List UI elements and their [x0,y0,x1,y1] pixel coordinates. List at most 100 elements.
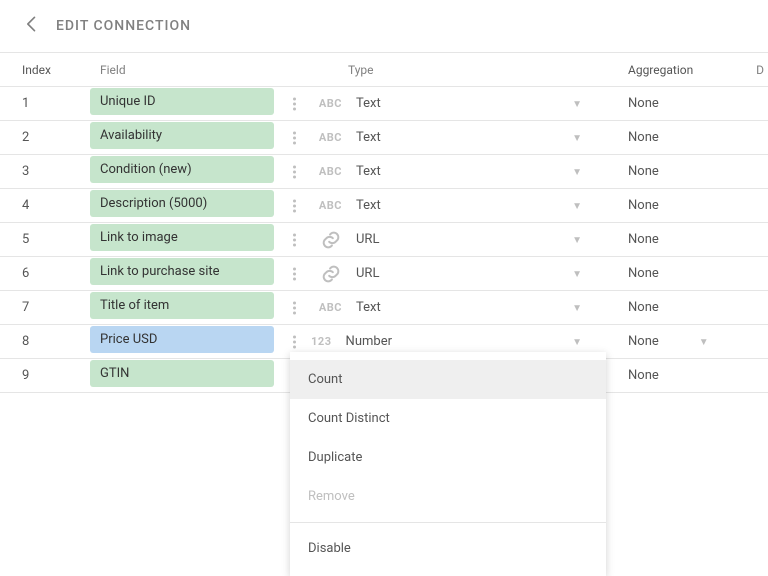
row-type[interactable]: 123 Number [302,334,392,349]
menu-item-count[interactable]: Count [290,360,606,399]
row-type[interactable]: ABC Text [302,198,392,213]
type-number-icon: 123 [302,335,332,348]
chevron-down-icon[interactable]: ▼ [572,201,592,212]
row-type[interactable]: ABC Text [302,300,392,315]
row-more-icon[interactable] [293,301,296,314]
field-chip[interactable]: Link to purchase site [90,258,274,285]
row-index: 5 [0,232,90,247]
row-field: Price USD [90,326,302,357]
row-type[interactable]: ABC Text [302,164,392,179]
row-type[interactable]: URL [302,229,392,251]
row-index: 9 [0,368,90,383]
row-context-menu[interactable]: CountCount DistinctDuplicateRemove Disabl… [290,352,606,576]
row-type[interactable]: URL [302,263,392,285]
field-chip[interactable]: Link to image [90,224,274,251]
col-header-extra: D [742,63,768,77]
row-type[interactable]: ABC Text [302,96,392,111]
row-field: GTIN [90,360,302,391]
row-field: Title of item [90,292,302,323]
menu-item-disable[interactable]: Disable [290,529,606,568]
type-text-icon: ABC [302,97,342,110]
row-aggregation[interactable]: None [592,96,742,111]
row-field: Availability [90,122,302,153]
type-label: Text [356,164,392,179]
row-aggregation[interactable]: None [592,198,742,213]
field-chip[interactable]: Description (5000) [90,190,274,217]
col-header-aggregation: Aggregation [592,63,742,77]
type-text-icon: ABC [302,199,342,212]
field-chip[interactable]: Price USD [90,326,274,353]
row-index: 1 [0,96,90,111]
chevron-down-icon[interactable]: ▼ [572,133,592,144]
chevron-down-icon[interactable]: ▼ [572,99,592,110]
type-url-icon [302,229,342,251]
menu-item-remove: Remove [290,477,606,516]
field-chip[interactable]: Title of item [90,292,274,319]
page-title: EDIT CONNECTION [56,18,191,34]
row-field: Unique ID [90,88,302,119]
chevron-down-icon[interactable]: ▼ [572,303,592,314]
row-more-icon[interactable] [293,199,296,212]
col-header-index: Index [0,63,90,77]
row-more-icon[interactable] [293,131,296,144]
table-row: 3Condition (new) ABC Text ▼None [0,155,768,189]
row-aggregation[interactable]: None [592,130,742,145]
row-more-icon[interactable] [293,233,296,246]
type-label: Text [356,130,392,145]
row-index: 4 [0,198,90,213]
field-chip[interactable]: Availability [90,122,274,149]
table-row: 7Title of item ABC Text ▼None [0,291,768,325]
row-more-icon[interactable] [293,165,296,178]
chevron-down-icon[interactable]: ▼ [572,167,592,178]
table-row: 5Link to image URL ▼None [0,223,768,257]
menu-item-duplicate[interactable]: Duplicate [290,438,606,477]
page-header: EDIT CONNECTION [0,0,768,53]
table-row: 1Unique ID ABC Text ▼None [0,87,768,121]
row-aggregation[interactable]: None [592,232,742,247]
back-arrow-icon[interactable] [22,14,42,38]
row-field: Description (5000) [90,190,302,221]
row-field: Condition (new) [90,156,302,187]
chevron-down-icon[interactable]: ▼ [699,337,709,348]
type-text-icon: ABC [302,301,342,314]
field-chip[interactable]: GTIN [90,360,274,387]
row-field: Link to image [90,224,302,255]
type-label: URL [356,266,392,281]
row-aggregation[interactable]: None [592,266,742,281]
table-row: 4Description (5000) ABC Text ▼None [0,189,768,223]
type-label: Number [346,334,392,349]
chevron-down-icon[interactable]: ▼ [572,269,592,280]
row-type[interactable]: ABC Text [302,130,392,145]
table-row: 2Availability ABC Text ▼None [0,121,768,155]
row-more-icon[interactable] [293,335,296,348]
row-more-icon[interactable] [293,97,296,110]
chevron-down-icon[interactable]: ▼ [572,337,592,348]
row-aggregation[interactable]: None▼ [592,334,742,349]
type-label: URL [356,232,392,247]
row-field: Link to purchase site [90,258,302,289]
table-header: Index Field Type Aggregation D [0,53,768,87]
row-index: 3 [0,164,90,179]
type-label: Text [356,198,392,213]
col-header-type: Type [302,63,392,77]
row-index: 2 [0,130,90,145]
fields-table: Index Field Type Aggregation D 1Unique I… [0,53,768,393]
type-label: Text [356,96,392,111]
type-label: Text [356,300,392,315]
row-index: 6 [0,266,90,281]
row-aggregation[interactable]: None [592,368,742,383]
row-aggregation[interactable]: None [592,300,742,315]
field-chip[interactable]: Unique ID [90,88,274,115]
type-text-icon: ABC [302,131,342,144]
row-index: 7 [0,300,90,315]
field-chip[interactable]: Condition (new) [90,156,274,183]
menu-item-count-distinct[interactable]: Count Distinct [290,399,606,438]
type-text-icon: ABC [302,165,342,178]
row-more-icon[interactable] [293,267,296,280]
chevron-down-icon[interactable]: ▼ [572,235,592,246]
menu-separator [290,522,606,523]
type-url-icon [302,263,342,285]
row-index: 8 [0,334,90,349]
row-aggregation[interactable]: None [592,164,742,179]
table-row: 6Link to purchase site URL ▼None [0,257,768,291]
